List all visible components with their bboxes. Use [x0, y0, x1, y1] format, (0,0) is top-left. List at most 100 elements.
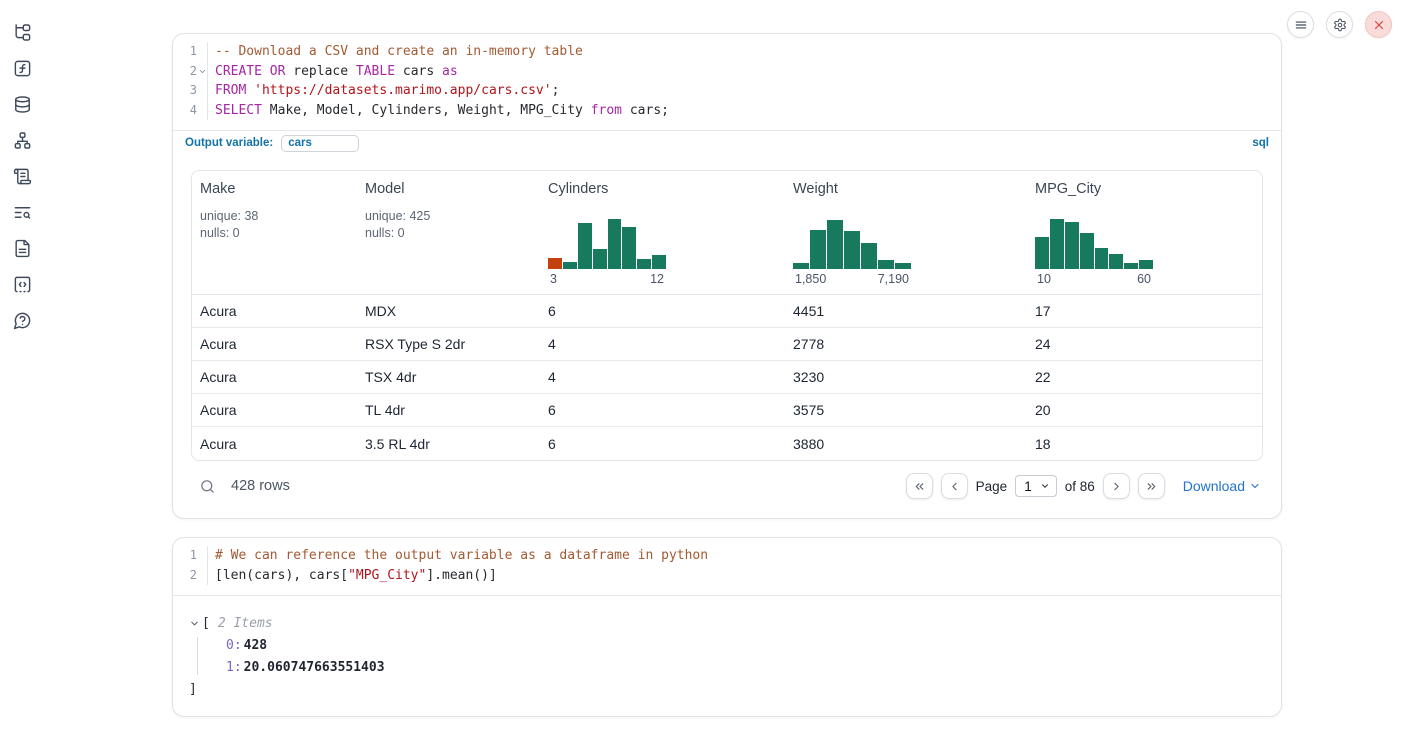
table-cell: 4451 [785, 303, 1027, 319]
table-row[interactable]: AcuraMDX6445117 [192, 295, 1262, 328]
list-item-index: 0: [226, 638, 242, 653]
first-page-button[interactable] [906, 473, 933, 499]
column-header-weight[interactable]: Weight1,8507,190 [785, 171, 1027, 294]
code-line[interactable]: 4SELECT Make, Model, Cylinders, Weight, … [173, 101, 1281, 121]
table-row[interactable]: AcuraRSX Type S 2dr4277824 [192, 328, 1262, 361]
table-cell: Acura [192, 303, 357, 319]
dependency-graph-icon[interactable] [13, 131, 32, 150]
collapse-chevron-icon[interactable] [189, 618, 200, 629]
python-cell: 1# We can reference the output variable … [172, 537, 1282, 717]
table-cell: 3575 [785, 402, 1027, 418]
close-button[interactable] [1365, 11, 1392, 38]
column-stats: unique: 38nulls: 0 [200, 208, 349, 242]
histogram-bars [793, 217, 911, 269]
page-label: Page [976, 479, 1008, 494]
histogram-bar [578, 223, 592, 269]
histogram-bars [548, 217, 666, 269]
logs-icon[interactable] [13, 203, 32, 222]
code-line[interactable]: 1# We can reference the output variable … [173, 546, 1281, 566]
next-page-button[interactable] [1103, 473, 1130, 499]
list-close-row: ] [189, 678, 1265, 700]
search-icon[interactable] [199, 478, 216, 495]
last-page-button[interactable] [1138, 473, 1165, 499]
column-header-model[interactable]: Model unique: 425nulls: 0 [357, 171, 540, 294]
histogram-bars [1035, 217, 1153, 269]
helper-functions-icon[interactable] [13, 59, 32, 78]
fold-chevron-icon[interactable] [197, 62, 207, 82]
histogram-bar [652, 255, 666, 269]
sql-cell: 1 -- Download a CSV and create an in-memo… [172, 33, 1282, 519]
list-open-bracket: [ [202, 616, 210, 631]
table-cell: 3230 [785, 369, 1027, 385]
scratchpad-icon[interactable] [13, 167, 32, 186]
output-variable-input[interactable] [281, 135, 359, 152]
fold-slot [197, 101, 207, 121]
histogram-bar [1139, 260, 1153, 269]
histogram-bar [878, 260, 894, 269]
code-line[interactable]: 2CREATE OR replace TABLE cars as [173, 62, 1281, 82]
table-cell: 24 [1027, 336, 1262, 352]
table-cell: 6 [540, 402, 785, 418]
table-row[interactable]: Acura3.5 RL 4dr6388018 [192, 427, 1262, 460]
table-cell: Acura [192, 369, 357, 385]
histogram-bar [563, 262, 577, 269]
column-histogram[interactable]: 1060 [1035, 217, 1153, 286]
histogram-bar [637, 259, 651, 269]
snippets-icon[interactable] [13, 275, 32, 294]
histogram-bar [861, 243, 877, 269]
download-button[interactable]: Download [1183, 478, 1261, 494]
fold-slot [197, 546, 207, 566]
settings-button[interactable] [1326, 11, 1353, 38]
histogram-bar [827, 220, 843, 269]
table-body: AcuraMDX6445117AcuraRSX Type S 2dr427782… [192, 295, 1262, 460]
column-header-make[interactable]: Make unique: 38nulls: 0 [192, 171, 357, 294]
documentation-icon[interactable] [13, 239, 32, 258]
list-item: 0: 428 [189, 634, 1265, 656]
list-close-bracket: ] [189, 682, 197, 697]
python-code-editor[interactable]: 1# We can reference the output variable … [173, 538, 1281, 595]
results-table: Make unique: 38nulls: 0 Model unique: 425nu… [191, 170, 1263, 461]
column-name: Model [365, 181, 532, 197]
column-name: Make [200, 181, 349, 197]
code-text: SELECT Make, Model, Cylinders, Weight, M… [207, 101, 1281, 121]
column-stats: unique: 425nulls: 0 [365, 208, 532, 242]
file-explorer-icon[interactable] [13, 23, 32, 42]
table-cell: 2778 [785, 336, 1027, 352]
language-badge: sql [1252, 137, 1269, 149]
column-header-cylinders[interactable]: Cylinders312 [540, 171, 785, 294]
page-select[interactable]: 1 [1015, 475, 1057, 497]
column-histogram[interactable]: 1,8507,190 [793, 217, 911, 286]
code-line[interactable]: 2[len(cars), cars["MPG_City"].mean()] [173, 566, 1281, 586]
column-histogram[interactable]: 312 [548, 217, 666, 286]
column-header-mpg_city[interactable]: MPG_City1060 [1027, 171, 1262, 294]
code-text: [len(cars), cars["MPG_City"].mean()] [207, 566, 1281, 586]
table-cell: 3.5 RL 4dr [357, 436, 540, 452]
table-row[interactable]: AcuraTL 4dr6357520 [192, 394, 1262, 427]
datasources-icon[interactable] [13, 95, 32, 114]
line-number: 3 [173, 81, 197, 101]
python-output: [ 2 Items 0: 4281: 20.060747663551403 ] [173, 595, 1281, 716]
table-cell: RSX Type S 2dr [357, 336, 540, 352]
table-cell: MDX [357, 303, 540, 319]
fold-slot [197, 81, 207, 101]
code-text: FROM 'https://datasets.marimo.app/cars.c… [207, 81, 1281, 101]
sql-code-editor[interactable]: 1 -- Download a CSV and create an in-memo… [173, 34, 1281, 130]
histogram-bar [793, 263, 809, 269]
code-text: -- Download a CSV and create an in-memor… [207, 42, 1281, 62]
list-item-value: 20.060747663551403 [244, 660, 385, 675]
table-header: Make unique: 38nulls: 0 Model unique: 425nu… [192, 171, 1262, 295]
table-cell: 6 [540, 436, 785, 452]
code-line[interactable]: 3 FROM 'https://datasets.marimo.app/cars.… [173, 81, 1281, 101]
menu-button[interactable] [1287, 11, 1314, 38]
select-chevron-icon [1040, 481, 1050, 491]
table-row[interactable]: AcuraTSX 4dr4323022 [192, 361, 1262, 394]
prev-page-button[interactable] [941, 473, 968, 499]
histogram-axis-labels: 1,8507,190 [793, 272, 911, 286]
code-line[interactable]: 1 -- Download a CSV and create an in-memo… [173, 42, 1281, 62]
line-number: 1 [173, 42, 197, 62]
histogram-bar [844, 231, 860, 269]
code-text: CREATE OR replace TABLE cars as [207, 62, 1281, 82]
help-icon[interactable] [13, 311, 32, 330]
histogram-axis-labels: 312 [548, 272, 666, 286]
histogram-bar [1065, 222, 1079, 269]
